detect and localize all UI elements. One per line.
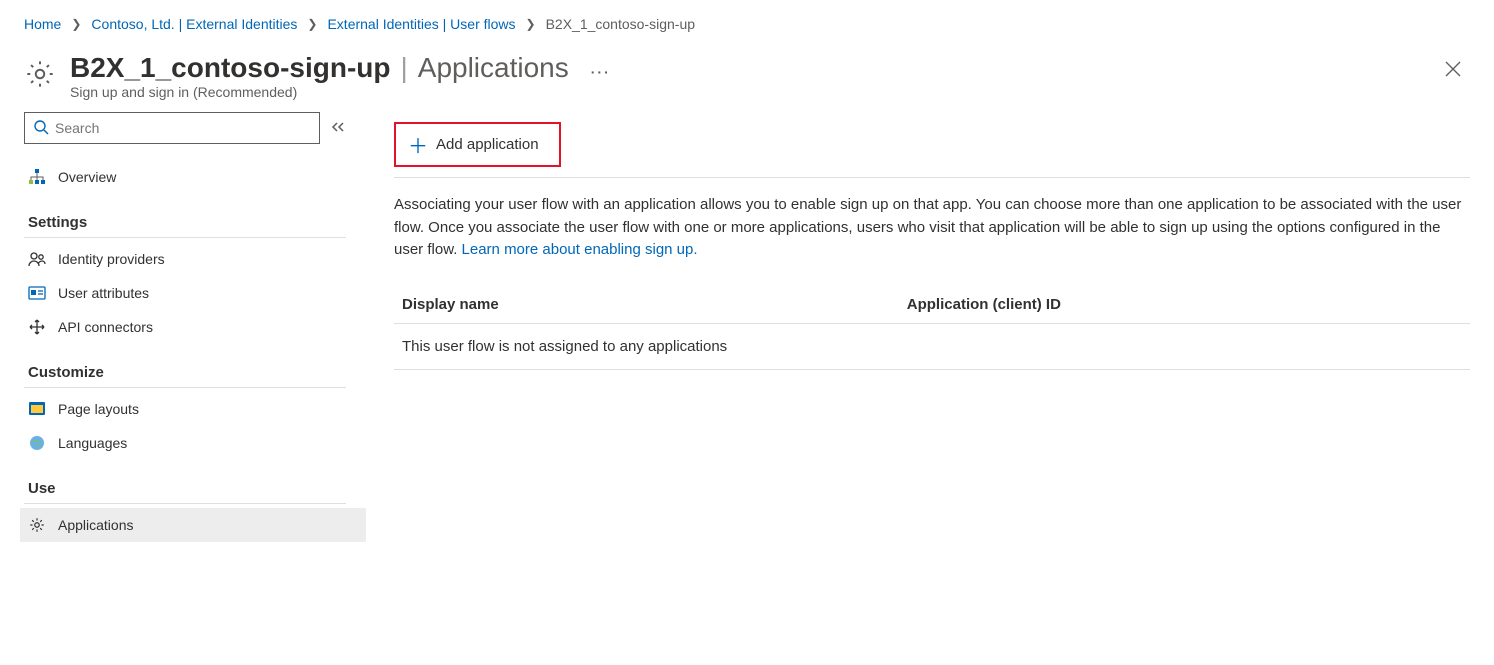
sidebar-group-use: Use: [24, 460, 346, 504]
description-text: Associating your user flow with an appli…: [394, 194, 1470, 262]
move-icon: [28, 318, 46, 336]
page-subtitle: Sign up and sign in (Recommended): [70, 84, 1422, 100]
collapse-sidebar-button[interactable]: [330, 120, 346, 137]
gear-icon: [24, 58, 56, 93]
title-separator: |: [400, 52, 407, 84]
sidebar-item-applications[interactable]: Applications: [20, 508, 366, 542]
chevron-right-icon: ❯: [526, 17, 536, 31]
applications-table-header: Display name Application (client) ID: [394, 286, 1470, 324]
breadcrumb-org[interactable]: Contoso, Ltd. | External Identities: [91, 16, 297, 32]
sidebar-group-settings: Settings: [24, 194, 346, 238]
sidebar-item-label: User attributes: [58, 285, 149, 301]
sidebar-group-customize: Customize: [24, 344, 346, 388]
sidebar-item-overview[interactable]: Overview: [24, 160, 346, 194]
chevron-right-icon: ❯: [71, 17, 81, 31]
breadcrumb: Home ❯ Contoso, Ltd. | External Identiti…: [0, 0, 1494, 40]
column-display-name: Display name: [402, 296, 907, 313]
sidebar-item-label: Languages: [58, 435, 127, 451]
main-content: ＋ Add application Associating your user …: [354, 112, 1470, 542]
search-icon: [33, 119, 49, 138]
page-title: B2X_1_contoso-sign-up: [70, 52, 390, 84]
close-button[interactable]: [1436, 52, 1470, 89]
sitemap-icon: [28, 168, 46, 186]
sidebar-item-page-layouts[interactable]: Page layouts: [24, 392, 346, 426]
breadcrumb-current: B2X_1_contoso-sign-up: [546, 16, 695, 32]
sidebar-item-identity-providers[interactable]: Identity providers: [24, 242, 346, 276]
more-actions-button[interactable]: ···: [591, 54, 611, 80]
page-header: B2X_1_contoso-sign-up | Applications ···…: [0, 40, 1494, 112]
sidebar-item-label: Identity providers: [58, 251, 165, 267]
sidebar-item-user-attributes[interactable]: User attributes: [24, 276, 346, 310]
plus-icon: ＋: [408, 130, 428, 159]
column-application-id: Application (client) ID: [907, 296, 1462, 313]
table-empty-message: This user flow is not assigned to any ap…: [394, 324, 1470, 370]
breadcrumb-home[interactable]: Home: [24, 16, 61, 32]
learn-more-link[interactable]: Learn more about enabling sign up.: [462, 241, 698, 258]
sidebar-item-label: Page layouts: [58, 401, 139, 417]
globe-icon: [28, 434, 46, 452]
add-application-label: Add application: [436, 136, 539, 153]
chevron-right-icon: ❯: [307, 17, 317, 31]
layout-icon: [28, 400, 46, 418]
breadcrumb-flows[interactable]: External Identities | User flows: [327, 16, 515, 32]
sidebar: Overview Settings Identity providers: [24, 112, 354, 542]
gear-icon: [28, 516, 46, 534]
sidebar-item-label: Overview: [58, 169, 116, 185]
sidebar-item-label: Applications: [58, 517, 134, 533]
sidebar-item-languages[interactable]: Languages: [24, 426, 346, 460]
toolbar: ＋ Add application: [394, 112, 1470, 178]
sidebar-item-label: API connectors: [58, 319, 153, 335]
people-icon: [28, 250, 46, 268]
add-application-button[interactable]: ＋ Add application: [394, 122, 561, 167]
search-input[interactable]: [49, 120, 311, 136]
page-title-section: Applications: [418, 52, 569, 84]
sidebar-item-api-connectors[interactable]: API connectors: [24, 310, 346, 344]
search-input-wrapper[interactable]: [24, 112, 320, 144]
id-card-icon: [28, 284, 46, 302]
